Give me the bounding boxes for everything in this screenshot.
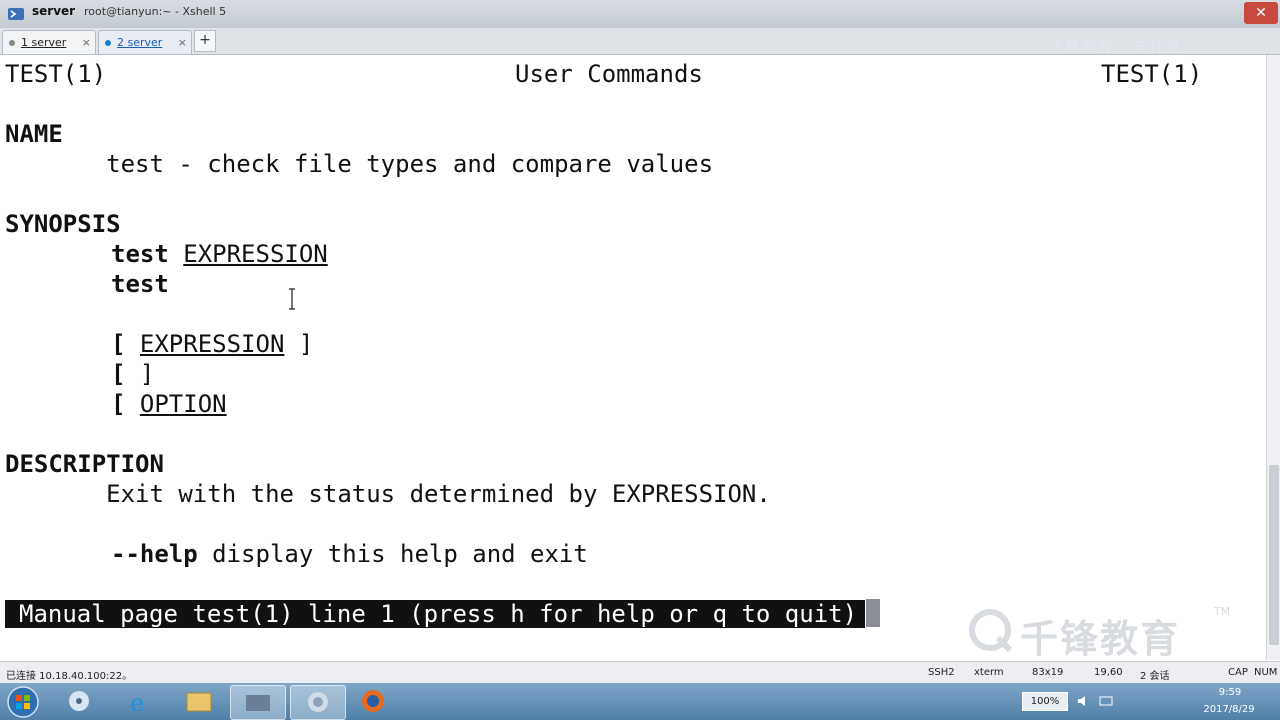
command-name: test <box>111 240 169 268</box>
caps-lock-indicator: CAP <box>1228 667 1248 678</box>
window-title: server <box>32 4 76 18</box>
man-header-right: TEST(1) <box>1101 60 1203 88</box>
protocol-label: SSH2 <box>928 667 955 678</box>
argument: EXPRESSION <box>183 240 328 268</box>
description-text: Exit with the status determined by EXPRE… <box>5 480 771 508</box>
status-bar: 已连接 10.18.40.100:22。 SSH2 xterm 83x19 19… <box>0 661 1280 684</box>
cursor-position: 19,60 <box>1094 667 1123 678</box>
taskbar-explorer-icon[interactable] <box>172 685 226 718</box>
synopsis-line-4: [ ] <box>111 359 154 389</box>
open-bracket: [ <box>111 330 126 358</box>
taskbar-firefox-icon[interactable] <box>346 685 400 718</box>
terminal-scrollbar[interactable] <box>1266 55 1280 660</box>
logo-trademark: TM <box>1214 605 1231 618</box>
tab-1-server[interactable]: 1 server × <box>2 30 96 54</box>
taskbar-vm-icon[interactable] <box>230 685 286 720</box>
terminal-cursor <box>866 599 881 627</box>
svg-text:e: e <box>130 689 144 717</box>
description-heading: DESCRIPTION <box>5 450 164 478</box>
num-lock-indicator: NUM <box>1254 667 1278 678</box>
pager-status-line: Manual page test(1) line 1 (press h for … <box>5 599 881 629</box>
taskbar-fan-app-icon[interactable] <box>52 685 106 718</box>
tab-label: 2 server <box>117 36 163 49</box>
synopsis-heading: SYNOPSIS <box>5 210 121 238</box>
pager-status-text: Manual page test(1) line 1 (press h for … <box>5 600 866 628</box>
tab-close-icon[interactable]: × <box>178 31 187 54</box>
name-heading: NAME <box>5 120 63 148</box>
help-flag: --help <box>111 540 198 568</box>
xshell-app-icon <box>8 8 24 20</box>
new-tab-button[interactable]: + <box>194 30 216 52</box>
taskbar-ie-icon[interactable]: e <box>112 685 166 718</box>
taskbar-xshell-icon[interactable] <box>290 685 346 720</box>
help-text: display this help and exit <box>197 540 588 568</box>
argument: EXPRESSION <box>139 330 285 358</box>
tab-close-icon[interactable]: × <box>82 31 91 54</box>
network-icon[interactable] <box>1098 693 1114 709</box>
tab-2-server[interactable]: 2 server × <box>98 30 192 54</box>
close-window-button[interactable]: ✕ <box>1244 2 1278 24</box>
argument: OPTION <box>139 390 227 418</box>
text-cursor-icon <box>289 288 295 310</box>
close-bracket: ] <box>284 330 314 358</box>
synopsis-line-5: [ OPTION <box>111 389 227 419</box>
title-bar: server root@tianyun:~ - Xshell 5 ✕ <box>0 0 1280 28</box>
clock-time[interactable]: 9:59 <box>1200 687 1260 698</box>
terminal-size: 83x19 <box>1032 667 1064 678</box>
man-header-left: TEST(1) <box>5 60 107 88</box>
close-bracket: ] <box>125 360 155 388</box>
synopsis-line-2: test <box>111 270 169 298</box>
start-button-icon[interactable] <box>6 685 40 719</box>
terminal-area[interactable]: TEST(1) User Commands TEST(1) NAME test … <box>0 55 1266 660</box>
connection-status-icon <box>9 40 15 46</box>
connection-status: 已连接 10.18.40.100:22。 <box>6 671 133 682</box>
terminal-type: xterm <box>974 667 1004 678</box>
watermark: 千锋教育 · 云计算 <box>1050 40 1182 56</box>
zoom-indicator[interactable]: 100% <box>1022 692 1068 711</box>
logo-text: 千锋教育 <box>1020 617 1181 661</box>
session-count: 2 会话 <box>1140 671 1170 682</box>
connection-status-icon <box>105 40 111 46</box>
open-bracket: [ <box>111 360 126 388</box>
synopsis-line-3: [ EXPRESSION ] <box>111 329 313 359</box>
name-text: test - check file types and compare valu… <box>5 150 714 178</box>
clock-date[interactable]: 2017/8/29 <box>1196 704 1262 715</box>
help-option-line: --help display this help and exit <box>111 539 588 569</box>
window-subtitle: root@tianyun:~ - Xshell 5 <box>84 5 227 18</box>
volume-icon[interactable] <box>1076 693 1092 709</box>
synopsis-line-1: test EXPRESSION <box>111 239 328 269</box>
scrollbar-thumb[interactable] <box>1269 465 1279 645</box>
tab-label: 1 server <box>21 36 67 49</box>
man-header-center: User Commands <box>515 60 703 88</box>
open-bracket: [ <box>111 390 126 418</box>
